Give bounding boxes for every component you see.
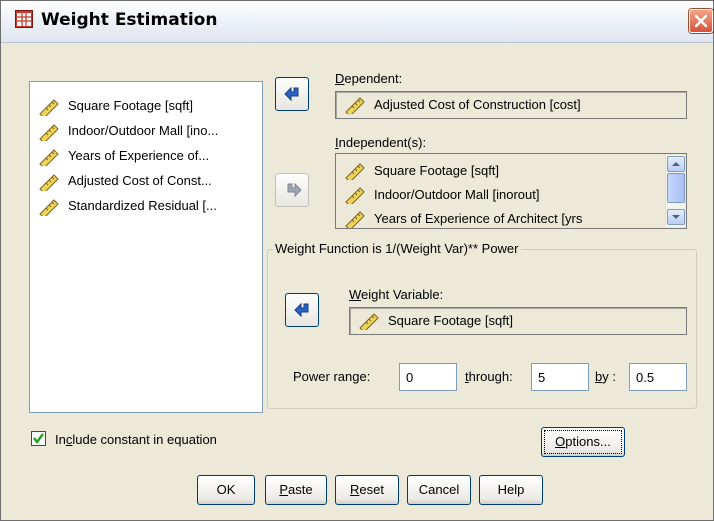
table-grid-icon: [15, 10, 33, 28]
weight-variable-value: Square Footage [sqft]: [388, 313, 514, 328]
reset-button[interactable]: Reset: [335, 475, 399, 505]
power-step-input[interactable]: [629, 363, 687, 391]
independents-scrollbar[interactable]: [665, 155, 685, 227]
options-button[interactable]: Options...: [541, 427, 625, 457]
scale-ruler-icon: [39, 99, 59, 116]
paste-button[interactable]: Paste: [265, 475, 327, 505]
move-to-independents-button[interactable]: [275, 173, 309, 207]
help-button[interactable]: Help: [479, 475, 543, 505]
list-item-label: Standardized Residual [...: [68, 198, 217, 213]
weight-function-legend: Weight Function is 1/(Weight Var)** Powe…: [273, 241, 521, 256]
scale-ruler-icon: [39, 174, 59, 191]
list-item-label: Square Footage [sqft]: [374, 163, 500, 178]
power-range-label: Power range:: [293, 369, 371, 384]
dialog-title: Weight Estimation: [41, 10, 218, 30]
weight-estimation-dialog: Weight Estimation Square Footage [sqft] …: [0, 0, 714, 521]
scale-ruler-icon: [345, 211, 365, 228]
list-item-label: Indoor/Outdoor Mall [ino...: [68, 123, 219, 138]
power-range-through-input[interactable]: [531, 363, 589, 391]
independents-list[interactable]: Square Footage [sqft] Indoor/Outdoor Mal…: [335, 153, 687, 229]
move-to-weight-variable-button[interactable]: [285, 293, 319, 327]
checkmark-icon: [33, 433, 44, 444]
ok-button[interactable]: OK: [197, 475, 255, 505]
scale-ruler-icon: [345, 163, 365, 180]
move-to-dependent-button[interactable]: [275, 77, 309, 111]
independents-label: Independent(s):: [335, 135, 427, 150]
dependent-label: Dependent:: [335, 71, 403, 86]
chevron-up-icon: [672, 162, 680, 166]
list-item-label: Years of Experience of Architect [yrs: [374, 211, 583, 226]
arrow-left-icon: [284, 86, 299, 102]
scale-ruler-icon: [39, 124, 59, 141]
close-button[interactable]: [689, 9, 713, 33]
cancel-button[interactable]: Cancel: [407, 475, 471, 505]
chevron-down-icon: [672, 215, 680, 219]
scale-ruler-icon: [345, 97, 365, 114]
title-bar[interactable]: Weight Estimation: [1, 1, 713, 43]
scale-ruler-icon: [39, 149, 59, 166]
include-constant-label[interactable]: Include constant in equation: [55, 432, 217, 447]
through-label: through:: [465, 369, 513, 384]
power-range-from-input[interactable]: [399, 363, 457, 391]
arrow-left-icon: [294, 302, 309, 318]
list-item-label: Years of Experience of...: [68, 148, 210, 163]
include-constant-checkbox[interactable]: [31, 431, 46, 446]
weight-variable-label: Weight Variable:: [349, 287, 444, 302]
scroll-up-button[interactable]: [667, 156, 685, 172]
dependent-value: Adjusted Cost of Construction [cost]: [374, 97, 581, 112]
list-item-label: Indoor/Outdoor Mall [inorout]: [374, 187, 540, 202]
list-item-label: Adjusted Cost of Const...: [68, 173, 212, 188]
arrow-right-icon: [287, 182, 302, 198]
scale-ruler-icon: [359, 313, 379, 330]
scroll-down-button[interactable]: [667, 209, 685, 225]
list-item-label: Square Footage [sqft]: [68, 98, 194, 113]
weight-variable-field[interactable]: Square Footage [sqft]: [349, 307, 687, 335]
source-variable-list[interactable]: Square Footage [sqft] Indoor/Outdoor Mal…: [29, 81, 263, 413]
close-icon: [694, 14, 708, 28]
dependent-field[interactable]: Adjusted Cost of Construction [cost]: [335, 91, 687, 119]
scale-ruler-icon: [345, 187, 365, 204]
scale-ruler-icon: [39, 199, 59, 216]
scroll-thumb[interactable]: [667, 173, 685, 203]
by-label: by :: [595, 369, 616, 384]
